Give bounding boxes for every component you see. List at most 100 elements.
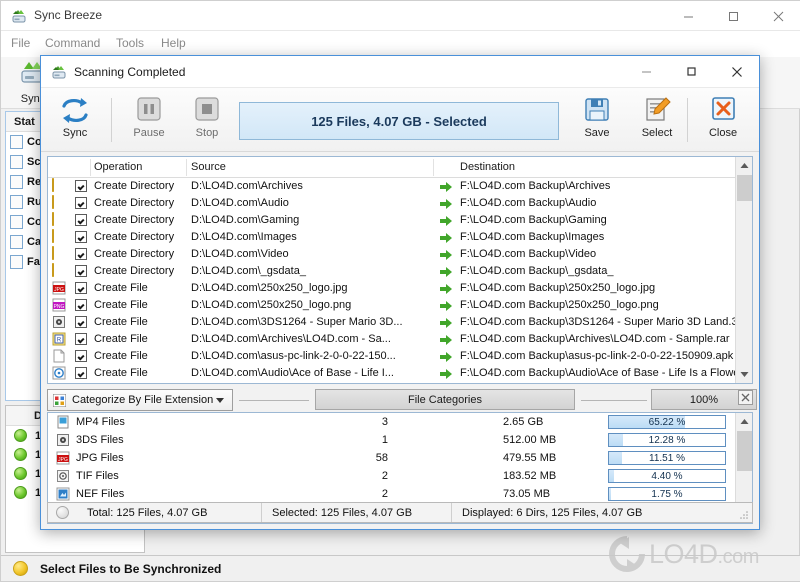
main-menubar: File Command Tools Help bbox=[1, 31, 800, 57]
dialog-select-button[interactable]: Select bbox=[629, 92, 685, 148]
scrollbar-thumb[interactable] bbox=[737, 431, 752, 471]
row-destination: F:\LO4D.com Backup\Gaming bbox=[460, 214, 607, 226]
row-operation: Create File bbox=[94, 316, 148, 328]
category-percent-bar: 11.51 % bbox=[608, 451, 726, 465]
column-header-destination[interactable]: Destination bbox=[460, 161, 515, 173]
category-row[interactable]: JPG JPG Files 58 479.55 MB 11.51 % bbox=[48, 449, 752, 467]
document-icon bbox=[10, 175, 23, 189]
menu-item-file[interactable]: File bbox=[11, 36, 30, 50]
category-row[interactable]: TIF Files 2 183.52 MB 4.40 % bbox=[48, 467, 752, 485]
row-source: D:\LO4D.com\3DS1264 - Super Mario 3D... bbox=[191, 316, 403, 328]
category-row[interactable]: MP4 Files 3 2.65 GB 65.22 % bbox=[48, 413, 752, 431]
row-checkbox[interactable] bbox=[75, 316, 87, 328]
resize-grip-icon[interactable] bbox=[739, 510, 749, 520]
file-list-row[interactable]: Create Directory D:\LO4D.com\Gaming F:\L… bbox=[48, 212, 736, 229]
file-list-row[interactable]: Create File D:\LO4D.com\Audio\Ace of Bas… bbox=[48, 382, 736, 383]
row-checkbox[interactable] bbox=[75, 180, 87, 192]
file-list-row[interactable]: Create File D:\LO4D.com\Audio\Ace of Bas… bbox=[48, 365, 736, 382]
statusbar-selected: Selected: 125 Files, 4.07 GB bbox=[261, 503, 451, 522]
column-header-operation[interactable]: Operation bbox=[94, 161, 142, 173]
file-list-row[interactable]: Create File D:\LO4D.com\asus-pc-link-2-0… bbox=[48, 348, 736, 365]
column-header-source[interactable]: Source bbox=[191, 161, 226, 173]
scroll-up-icon[interactable] bbox=[736, 413, 752, 430]
document-icon bbox=[10, 215, 23, 229]
green-arrow-icon bbox=[440, 216, 452, 229]
file-list-row[interactable]: PNG Create File D:\LO4D.com\250x250_logo… bbox=[48, 297, 736, 314]
menu-item-tools[interactable]: Tools bbox=[116, 36, 144, 50]
main-close-button[interactable] bbox=[756, 1, 800, 31]
file-list-body[interactable]: Create Directory D:\LO4D.com\Archives F:… bbox=[48, 178, 736, 383]
file-list-row[interactable]: Create File D:\LO4D.com\3DS1264 - Super … bbox=[48, 314, 736, 331]
row-operation: Create Directory bbox=[94, 180, 175, 192]
row-checkbox[interactable] bbox=[75, 367, 87, 379]
main-minimize-button[interactable] bbox=[666, 1, 711, 31]
toolbar-rule bbox=[581, 400, 647, 401]
file-list-row[interactable]: Create Directory D:\LO4D.com\Archives F:… bbox=[48, 178, 736, 195]
menu-item-command[interactable]: Command bbox=[45, 36, 100, 50]
row-source: D:\LO4D.com\Archives\LO4D.com - Sa... bbox=[191, 333, 391, 345]
dialog-save-button[interactable]: Save bbox=[569, 92, 625, 148]
file-list-row[interactable]: Create Directory D:\LO4D.com\Images F:\L… bbox=[48, 229, 736, 246]
svg-text:JPG: JPG bbox=[54, 287, 64, 293]
dialog-pause-button[interactable]: Pause bbox=[121, 92, 177, 148]
row-checkbox[interactable] bbox=[75, 214, 87, 226]
row-checkbox[interactable] bbox=[75, 248, 87, 260]
file-list-row[interactable]: JPG Create File D:\LO4D.com\250x250_logo… bbox=[48, 280, 736, 297]
file-list-row[interactable]: Create Directory D:\LO4D.com\Audio F:\LO… bbox=[48, 195, 736, 212]
dialog-file-list: Operation Source Destination Create Dire… bbox=[47, 156, 753, 384]
scanning-completed-dialog: Scanning Completed Sync Pause Stop 125 F… bbox=[40, 55, 760, 530]
chevron-down-icon bbox=[216, 398, 224, 403]
dialog-sync-button[interactable]: Sync bbox=[47, 92, 103, 148]
category-size: 183.52 MB bbox=[503, 470, 557, 482]
file-list-row[interactable]: Create Directory D:\LO4D.com\_gsdata_ F:… bbox=[48, 263, 736, 280]
dialog-statusbar: Total: 125 Files, 4.07 GB Selected: 125 … bbox=[47, 502, 753, 523]
document-icon bbox=[10, 235, 23, 249]
category-percent-label: 1.75 % bbox=[651, 488, 683, 500]
category-row[interactable]: 3DS Files 1 512.00 MB 12.28 % bbox=[48, 431, 752, 449]
statusbar-indicator-icon bbox=[13, 561, 28, 576]
row-checkbox[interactable] bbox=[75, 350, 87, 362]
file-list-scrollbar[interactable] bbox=[735, 157, 752, 383]
statusbar-total: Total: 125 Files, 4.07 GB bbox=[87, 506, 208, 519]
row-checkbox[interactable] bbox=[75, 231, 87, 243]
column-divider bbox=[90, 159, 91, 176]
category-row[interactable]: NEF Files 2 73.05 MB 1.75 % bbox=[48, 485, 752, 503]
row-destination: F:\LO4D.com Backup\_gsdata_ bbox=[460, 265, 614, 277]
dialog-close-toolbar-button[interactable]: Close bbox=[695, 92, 751, 148]
rar-file-icon: R bbox=[52, 332, 66, 346]
dialog-select-label: Select bbox=[641, 127, 673, 139]
scroll-up-icon[interactable] bbox=[736, 157, 752, 174]
scroll-down-icon[interactable] bbox=[736, 366, 752, 383]
file-categories-button[interactable]: File Categories bbox=[315, 389, 575, 410]
watermark-text: LO4D.com bbox=[649, 538, 759, 569]
row-checkbox[interactable] bbox=[75, 333, 87, 345]
row-checkbox[interactable] bbox=[75, 282, 87, 294]
dialog-close-button[interactable] bbox=[714, 56, 759, 87]
green-arrow-icon bbox=[440, 267, 452, 280]
green-arrow-icon bbox=[440, 250, 452, 263]
folder-icon bbox=[52, 195, 66, 210]
row-checkbox[interactable] bbox=[75, 197, 87, 209]
menu-item-help[interactable]: Help bbox=[161, 36, 186, 50]
categorize-mode-dropdown[interactable]: Categorize By File Extension bbox=[47, 389, 233, 411]
dialog-title: Scanning Completed bbox=[74, 65, 186, 79]
row-checkbox[interactable] bbox=[75, 265, 87, 277]
dialog-stop-button[interactable]: Stop bbox=[179, 92, 235, 148]
categories-toolbar: Categorize By File Extension File Catego… bbox=[47, 389, 757, 411]
sync-arrows-icon bbox=[62, 98, 88, 123]
main-maximize-button[interactable] bbox=[711, 1, 756, 31]
categories-close-button[interactable] bbox=[738, 390, 753, 405]
blank-file-icon bbox=[52, 349, 66, 363]
file-list-row[interactable]: R Create File D:\LO4D.com\Archives\LO4D.… bbox=[48, 331, 736, 348]
row-destination: F:\LO4D.com Backup\250x250_logo.jpg bbox=[460, 282, 656, 294]
dialog-minimize-button[interactable] bbox=[624, 56, 669, 87]
file-list-row[interactable]: Create Directory D:\LO4D.com\Video F:\LO… bbox=[48, 246, 736, 263]
jpg-file-icon: JPG bbox=[56, 451, 70, 465]
scrollbar-thumb[interactable] bbox=[737, 175, 752, 201]
file-categories-label: File Categories bbox=[408, 393, 482, 406]
row-destination: F:\LO4D.com Backup\250x250_logo.png bbox=[460, 299, 659, 311]
dialog-close-toolbar-label: Close bbox=[708, 127, 738, 139]
dialog-maximize-button[interactable] bbox=[669, 56, 714, 87]
row-checkbox[interactable] bbox=[75, 299, 87, 311]
green-arrow-icon bbox=[440, 284, 452, 297]
